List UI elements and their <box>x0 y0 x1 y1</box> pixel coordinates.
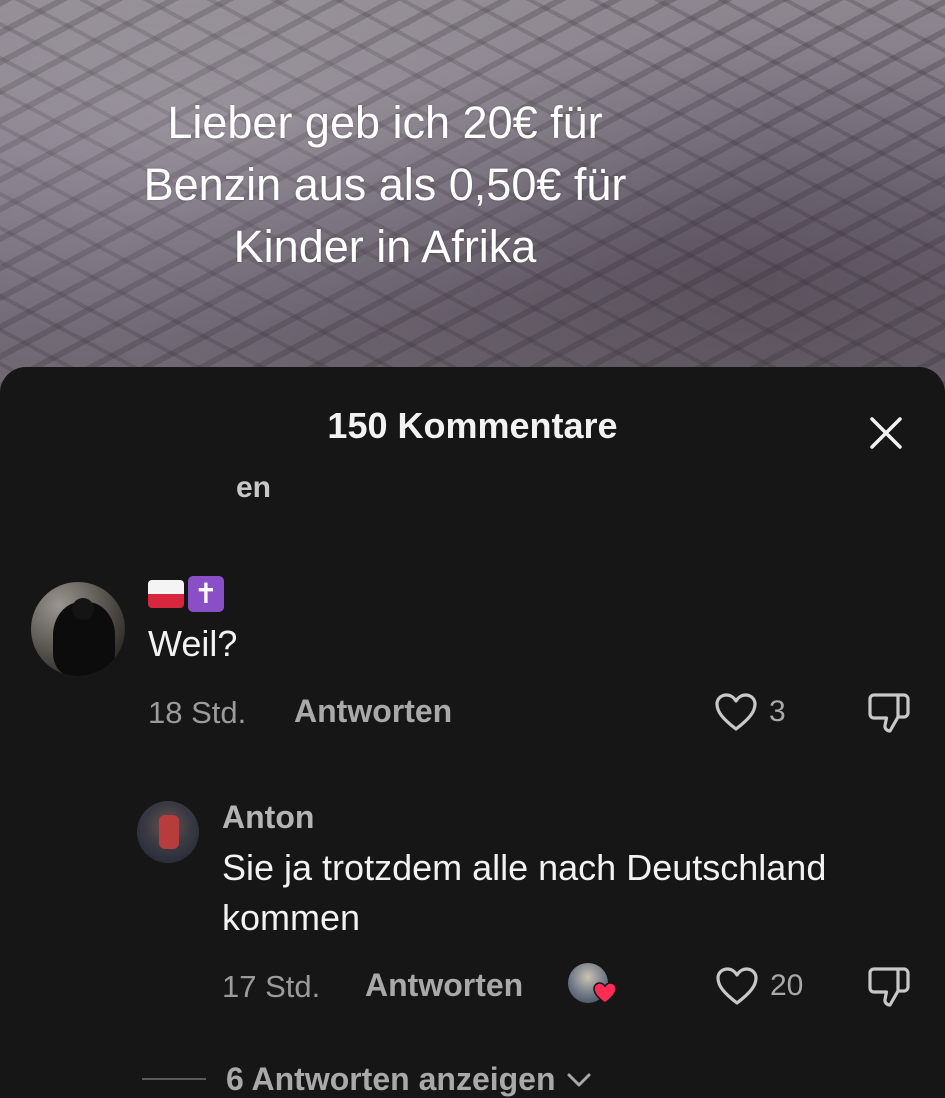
heart-outline-icon <box>715 693 757 731</box>
avatar-silhouette-head <box>72 598 94 620</box>
avatar-figure <box>159 815 179 849</box>
like-count: 3 <box>769 695 786 728</box>
reply-timestamp: 17 Std. <box>222 969 321 1004</box>
thumbs-down-icon <box>868 967 910 1007</box>
avatar[interactable] <box>31 582 125 676</box>
caption-line: Lieber geb ich 20€ für <box>167 97 603 148</box>
heart-outline-icon <box>716 967 758 1005</box>
like-button[interactable]: 3 <box>713 691 786 733</box>
reply-text-line: kommen <box>222 897 361 938</box>
reply-text-line: Sie ja trotzdem alle nach Deutschland <box>222 847 827 888</box>
caption-line: Kinder in Afrika <box>233 221 537 272</box>
reply-text: Sie ja trotzdem alle nach Deutschland ko… <box>222 843 826 943</box>
replies-divider <box>142 1078 206 1080</box>
comment-timestamp: 18 Std. <box>148 695 247 730</box>
comments-sheet: 150 Kommentare en ✝ Weil? 18 Std. Antwor… <box>0 367 945 1097</box>
reply-username[interactable]: Anton <box>222 799 314 836</box>
username-emoji[interactable]: ✝ <box>148 576 224 612</box>
like-count: 20 <box>770 969 804 1002</box>
reply-button[interactable]: Antworten <box>294 693 452 730</box>
creator-liked-badge <box>566 963 618 1007</box>
chevron-down-icon <box>567 1073 591 1086</box>
poland-flag-icon <box>148 580 184 608</box>
close-button[interactable] <box>866 413 906 453</box>
view-replies-button[interactable]: 6 Antworten anzeigen <box>226 1061 592 1098</box>
close-icon <box>870 417 902 449</box>
reply-like-button[interactable]: 20 <box>714 965 803 1007</box>
truncated-text: en <box>236 471 272 504</box>
reply-dislike-button[interactable] <box>864 965 912 1014</box>
dislike-button[interactable] <box>864 691 912 740</box>
heart-filled-icon <box>593 982 617 1004</box>
reply-avatar[interactable] <box>137 801 199 863</box>
video-caption-overlay: Lieber geb ich 20€ für Benzin aus als 0,… <box>90 92 680 278</box>
reply-reply-button[interactable]: Antworten <box>365 967 523 1004</box>
thumbs-down-icon <box>868 693 910 733</box>
latin-cross-icon: ✝ <box>188 576 224 612</box>
comments-title: 150 Kommentare <box>327 405 618 446</box>
view-replies-label: 6 Antworten anzeigen <box>226 1061 556 1097</box>
caption-line: Benzin aus als 0,50€ für <box>143 159 627 210</box>
comment-text: Weil? <box>148 623 238 664</box>
video-background[interactable]: Lieber geb ich 20€ für Benzin aus als 0,… <box>0 0 945 400</box>
